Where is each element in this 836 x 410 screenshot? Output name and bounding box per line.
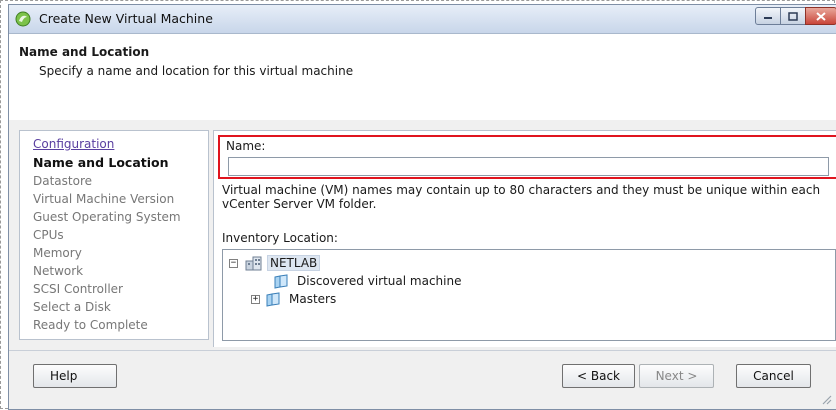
maximize-button[interactable] bbox=[780, 7, 806, 25]
maximize-icon bbox=[788, 11, 798, 21]
expand-toggle[interactable]: + bbox=[251, 294, 260, 304]
minimize-icon bbox=[764, 17, 772, 19]
step-scsi-controller: SCSI Controller bbox=[33, 282, 123, 296]
resize-grip-icon[interactable] bbox=[820, 393, 832, 405]
tree-row-netlab[interactable]: − NETLAB bbox=[229, 255, 321, 271]
name-highlight-box: Name: bbox=[218, 135, 836, 179]
tree-label-masters: Masters bbox=[289, 292, 337, 306]
name-input[interactable] bbox=[228, 157, 829, 176]
wizard-body: Configuration Name and Location Datastor… bbox=[9, 120, 836, 350]
step-memory: Memory bbox=[33, 246, 82, 260]
tree-row-masters[interactable]: + Masters bbox=[251, 291, 336, 307]
tree-label-discovered-vm: Discovered virtual machine bbox=[297, 274, 462, 288]
close-button[interactable] bbox=[805, 7, 836, 25]
step-name-and-location: Name and Location bbox=[33, 155, 169, 170]
name-hint-text: Virtual machine (VM) names may contain u… bbox=[222, 183, 821, 211]
minimize-button[interactable] bbox=[755, 7, 781, 25]
main-form-panel: Name: Virtual machine (VM) names may con… bbox=[213, 130, 836, 347]
wizard-footer: Help < Back Next > Cancel bbox=[9, 350, 836, 409]
step-select-disk: Select a Disk bbox=[33, 300, 111, 314]
help-button[interactable]: Help bbox=[33, 364, 117, 388]
title-bar[interactable]: Create New Virtual Machine bbox=[9, 5, 836, 34]
step-network: Network bbox=[33, 264, 84, 278]
vsphere-app-icon bbox=[15, 11, 31, 27]
datacenter-icon bbox=[245, 256, 262, 271]
steps-panel: Configuration Name and Location Datastor… bbox=[19, 130, 209, 340]
page-subtitle: Specify a name and location for this vir… bbox=[39, 64, 354, 78]
tree-row-discovered-vm[interactable]: Discovered virtual machine bbox=[273, 273, 461, 289]
folder-icon bbox=[274, 274, 288, 289]
back-button[interactable]: < Back bbox=[562, 364, 635, 388]
next-button[interactable]: Next > bbox=[639, 364, 714, 388]
step-datastore: Datastore bbox=[33, 174, 93, 188]
step-ready-to-complete: Ready to Complete bbox=[33, 318, 148, 332]
collapse-toggle[interactable]: − bbox=[229, 258, 238, 268]
inventory-tree[interactable]: − NETLAB Discovered virtual machine + Ma… bbox=[222, 249, 836, 341]
step-vm-version: Virtual Machine Version bbox=[33, 192, 175, 206]
folder-icon bbox=[266, 292, 280, 307]
tree-label-netlab: NETLAB bbox=[267, 255, 321, 271]
inventory-location-label: Inventory Location: bbox=[222, 231, 338, 245]
step-configuration-link[interactable]: Configuration bbox=[33, 137, 114, 151]
cancel-button[interactable]: Cancel bbox=[736, 364, 811, 388]
page-title: Name and Location bbox=[19, 45, 150, 59]
window-title: Create New Virtual Machine bbox=[39, 11, 213, 26]
step-guest-os: Guest Operating System bbox=[33, 210, 181, 224]
wizard-window: Create New Virtual Machine Name and Loca… bbox=[8, 4, 836, 410]
wizard-header: Name and Location Specify a name and loc… bbox=[9, 34, 836, 121]
close-icon bbox=[816, 11, 826, 21]
step-cpus: CPUs bbox=[33, 228, 64, 242]
name-label: Name: bbox=[226, 139, 266, 153]
